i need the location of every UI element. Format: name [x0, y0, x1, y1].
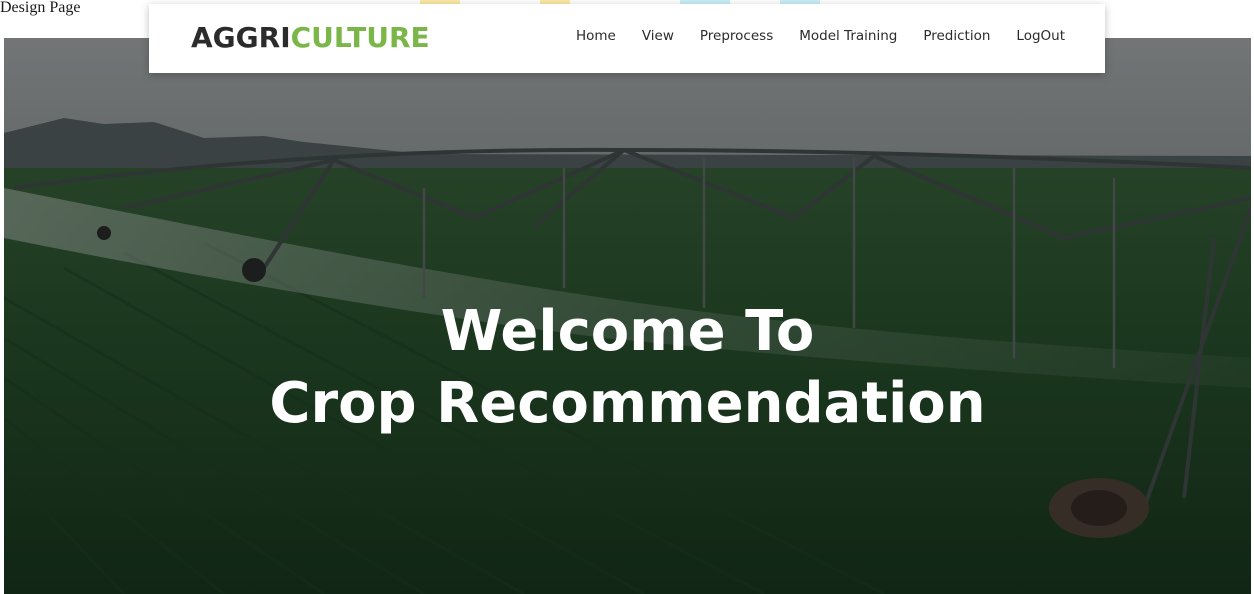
hero-title-line2: Crop Recommendation	[269, 371, 986, 436]
brand-logo-part1: AGGRI	[191, 21, 291, 54]
brand-logo[interactable]: AGGRICULTURE	[191, 22, 430, 54]
hero-banner: Welcome To Crop Recommendation	[4, 38, 1251, 594]
nav-item-view[interactable]: View	[642, 28, 674, 44]
hero-title-line1: Welcome To	[440, 299, 815, 364]
nav-item-prediction[interactable]: Prediction	[923, 28, 990, 44]
main-nav: Home View Preprocess Model Training Pred…	[576, 28, 1065, 44]
page-heading-fragment: Design Page	[0, 0, 81, 16]
nav-item-model-training[interactable]: Model Training	[799, 28, 897, 44]
brand-logo-part2: CULTURE	[290, 21, 430, 54]
page: Design Page Welcome To Crop Recommendati…	[0, 0, 1254, 594]
nav-item-logout[interactable]: LogOut	[1016, 28, 1065, 44]
nav-item-home[interactable]: Home	[576, 28, 616, 44]
navbar: AGGRICULTURE Home View Preprocess Model …	[149, 4, 1105, 73]
nav-item-preprocess[interactable]: Preprocess	[700, 28, 773, 44]
